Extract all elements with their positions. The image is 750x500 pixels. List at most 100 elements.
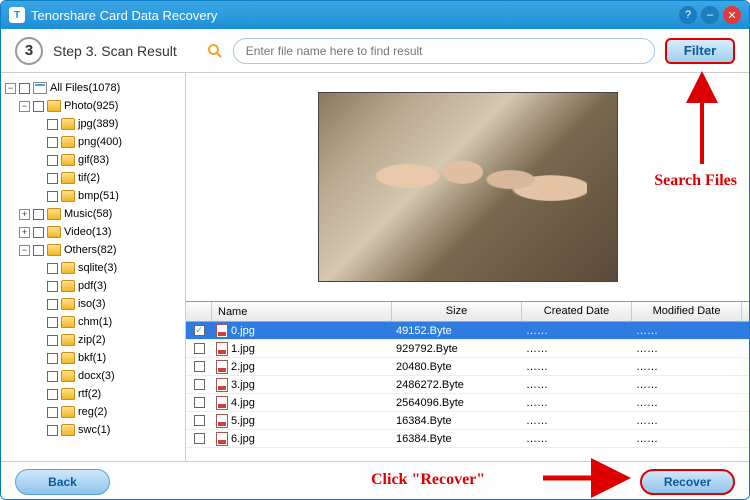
tree-checkbox[interactable] [47, 335, 58, 346]
tree-label: jpg(389) [78, 118, 118, 130]
file-grid[interactable]: NameSizeCreated DateModified Date ✓ 0.jpg… [186, 301, 749, 461]
row-checkbox[interactable] [194, 379, 205, 390]
expand-toggle[interactable]: + [19, 227, 30, 238]
tree-checkbox[interactable] [33, 209, 44, 220]
column-header[interactable]: Created Date [522, 302, 632, 321]
allfiles-icon [33, 82, 47, 94]
table-row[interactable]: 2.jpg20480.Byte………… [186, 358, 749, 376]
file-name: 0.jpg [231, 325, 255, 337]
expand-toggle [33, 407, 44, 418]
tree-checkbox[interactable] [33, 227, 44, 238]
tree-node[interactable]: rtf(2) [5, 385, 181, 403]
tree-node[interactable]: jpg(389) [5, 115, 181, 133]
expand-toggle [33, 119, 44, 130]
cell-size: 20480.Byte [392, 361, 522, 373]
table-row[interactable]: 6.jpg16384.Byte………… [186, 430, 749, 448]
tree-node[interactable]: bkf(1) [5, 349, 181, 367]
tree-node[interactable]: + Video(13) [5, 223, 181, 241]
expand-toggle[interactable]: + [19, 209, 30, 220]
column-header[interactable] [186, 302, 212, 321]
expand-toggle [33, 263, 44, 274]
tree-checkbox[interactable] [47, 389, 58, 400]
column-header[interactable]: Modified Date [632, 302, 742, 321]
tree-node[interactable]: tif(2) [5, 169, 181, 187]
tree-label: Music(58) [64, 208, 112, 220]
file-name: 2.jpg [231, 361, 255, 373]
folder-icon [61, 154, 75, 166]
tree-node[interactable]: iso(3) [5, 295, 181, 313]
tree-checkbox[interactable] [47, 263, 58, 274]
tree-checkbox[interactable] [47, 155, 58, 166]
row-checkbox[interactable] [194, 343, 205, 354]
tree-node[interactable]: −Others(82) [5, 241, 181, 259]
row-checkbox[interactable] [194, 433, 205, 444]
row-checkbox[interactable] [194, 361, 205, 372]
table-row[interactable]: 3.jpg2486272.Byte………… [186, 376, 749, 394]
app-title: Tenorshare Card Data Recovery [31, 8, 675, 23]
tree-checkbox[interactable] [47, 371, 58, 382]
grid-header: NameSizeCreated DateModified Date [186, 302, 749, 322]
tree-checkbox[interactable] [33, 101, 44, 112]
folder-icon [47, 208, 61, 220]
tree-node[interactable]: zip(2) [5, 331, 181, 349]
cell-modified: …… [632, 433, 742, 445]
tree-checkbox[interactable] [19, 83, 30, 94]
tree-checkbox[interactable] [47, 173, 58, 184]
cell-modified: …… [632, 325, 742, 337]
cell-size: 16384.Byte [392, 415, 522, 427]
tree-node[interactable]: reg(2) [5, 403, 181, 421]
expand-toggle [33, 389, 44, 400]
tree-node[interactable]: pdf(3) [5, 277, 181, 295]
folder-icon [47, 226, 61, 238]
table-row[interactable]: 4.jpg2564096.Byte………… [186, 394, 749, 412]
expand-toggle[interactable]: − [5, 83, 16, 94]
row-checkbox[interactable] [194, 415, 205, 426]
tree-node[interactable]: chm(1) [5, 313, 181, 331]
tree-root[interactable]: −All Files(1078) [5, 79, 181, 97]
tree-node[interactable]: png(400) [5, 133, 181, 151]
recover-button[interactable]: Recover [640, 469, 735, 495]
tree-checkbox[interactable] [47, 407, 58, 418]
tree-checkbox[interactable] [47, 353, 58, 364]
tree-node[interactable]: bmp(51) [5, 187, 181, 205]
file-tree[interactable]: −All Files(1078)−Photo(925) jpg(389) png(4… [1, 73, 186, 461]
expand-toggle[interactable]: − [19, 245, 30, 256]
table-row[interactable]: ✓0.jpg49152.Byte………… [186, 322, 749, 340]
folder-icon [61, 172, 75, 184]
tree-label: pdf(3) [78, 280, 107, 292]
tree-checkbox[interactable] [47, 299, 58, 310]
search-icon [207, 43, 223, 59]
tree-checkbox[interactable] [47, 425, 58, 436]
column-header[interactable]: Name [212, 302, 392, 321]
app-logo-icon: T [9, 7, 25, 23]
tree-node[interactable]: docx(3) [5, 367, 181, 385]
tree-node[interactable]: swc(1) [5, 421, 181, 439]
tree-checkbox[interactable] [47, 281, 58, 292]
table-row[interactable]: 1.jpg929792.Byte………… [186, 340, 749, 358]
expand-toggle[interactable]: − [19, 101, 30, 112]
column-header[interactable]: Size [392, 302, 522, 321]
search-input[interactable] [233, 38, 655, 64]
tree-node[interactable]: sqlite(3) [5, 259, 181, 277]
filter-button[interactable]: Filter [665, 38, 735, 64]
tree-checkbox[interactable] [47, 317, 58, 328]
expand-toggle [33, 371, 44, 382]
help-button[interactable]: ? [679, 6, 697, 24]
tree-checkbox[interactable] [47, 137, 58, 148]
minimize-button[interactable]: – [701, 6, 719, 24]
tree-checkbox[interactable] [47, 119, 58, 130]
table-row[interactable]: 5.jpg16384.Byte………… [186, 412, 749, 430]
close-button[interactable]: ✕ [723, 6, 741, 24]
tree-checkbox[interactable] [47, 191, 58, 202]
tree-label: reg(2) [78, 406, 107, 418]
tree-label: Video(13) [64, 226, 112, 238]
tree-node[interactable]: gif(83) [5, 151, 181, 169]
tree-label: tif(2) [78, 172, 100, 184]
step-bar: 3 Step 3. Scan Result Filter [1, 29, 749, 73]
row-checkbox[interactable]: ✓ [194, 325, 205, 336]
row-checkbox[interactable] [194, 397, 205, 408]
tree-checkbox[interactable] [33, 245, 44, 256]
tree-node[interactable]: −Photo(925) [5, 97, 181, 115]
tree-node[interactable]: + Music(58) [5, 205, 181, 223]
back-button[interactable]: Back [15, 469, 110, 495]
